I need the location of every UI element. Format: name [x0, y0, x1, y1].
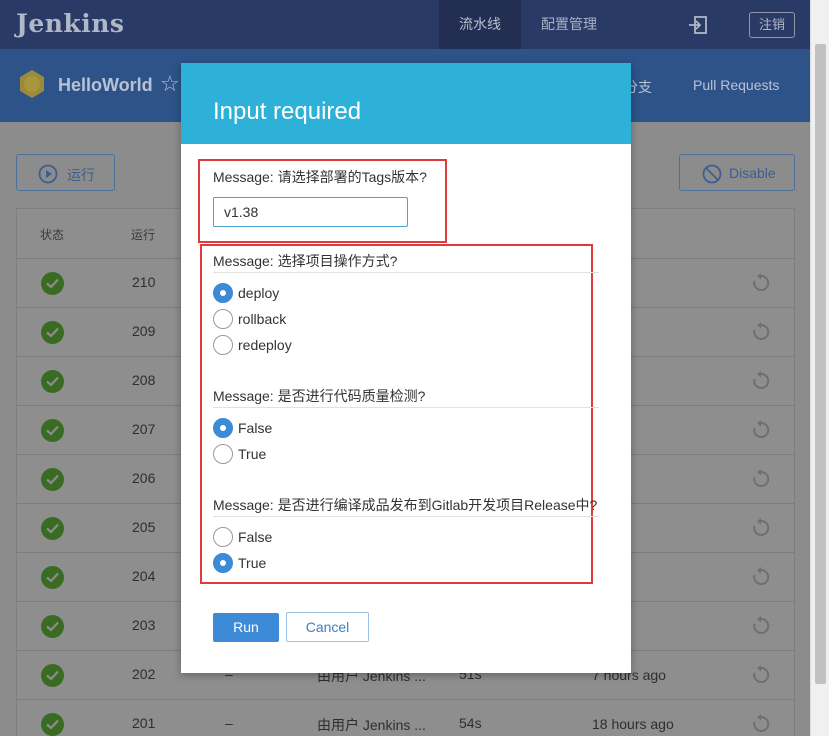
- divider: [213, 407, 599, 408]
- quality-check-message: Message: 是否进行代码质量检测?: [213, 388, 426, 404]
- replay-icon[interactable]: [751, 371, 771, 391]
- dialog-header: Input required: [181, 63, 631, 144]
- duration-cell: 54s: [459, 715, 482, 731]
- divider: [213, 272, 599, 273]
- replay-icon[interactable]: [751, 616, 771, 636]
- block-icon: [702, 164, 722, 184]
- radio-circle[interactable]: [213, 335, 233, 355]
- radio-circle[interactable]: [213, 553, 233, 573]
- replay-icon[interactable]: [751, 273, 771, 293]
- success-check-icon: [41, 321, 64, 344]
- radio-label: redeploy: [238, 337, 292, 353]
- run-pipeline-button[interactable]: 运行: [16, 154, 115, 191]
- success-check-icon: [41, 419, 64, 442]
- run-number[interactable]: 206: [132, 470, 155, 486]
- radio-label: False: [238, 529, 273, 545]
- success-check-icon: [41, 664, 64, 687]
- input-required-dialog: Input required Message: 请选择部署的Tags版本? Me…: [181, 63, 631, 673]
- run-pipeline-label: 运行: [67, 167, 95, 183]
- sun-weather-icon: [20, 70, 44, 98]
- run-number[interactable]: 205: [132, 519, 155, 535]
- replay-icon[interactable]: [751, 714, 771, 734]
- radio-label: True: [238, 555, 267, 571]
- run-number[interactable]: 202: [132, 666, 155, 682]
- pull-requests-link[interactable]: Pull Requests: [693, 77, 779, 93]
- run-number[interactable]: 210: [132, 274, 155, 290]
- success-check-icon: [41, 713, 64, 736]
- tab-pipelines[interactable]: 流水线: [439, 0, 521, 49]
- radio-circle[interactable]: [213, 527, 233, 547]
- radio-label: deploy: [238, 285, 280, 301]
- favorite-star-icon[interactable]: ☆: [160, 71, 180, 97]
- radio-label: False: [238, 420, 273, 436]
- message-cell: 由用户 Jenkins ...: [317, 717, 426, 733]
- page-scrollbar[interactable]: [810, 0, 829, 736]
- replay-icon[interactable]: [751, 322, 771, 342]
- completed-cell: 18 hours ago: [592, 716, 674, 732]
- replay-icon[interactable]: [751, 567, 771, 587]
- pipeline-title[interactable]: HelloWorld: [58, 75, 153, 96]
- radio-circle[interactable]: [213, 309, 233, 329]
- success-check-icon: [41, 517, 64, 540]
- replay-icon[interactable]: [751, 420, 771, 440]
- run-number[interactable]: 207: [132, 421, 155, 437]
- tags-version-input[interactable]: [213, 197, 408, 227]
- replay-icon[interactable]: [751, 469, 771, 489]
- success-check-icon: [41, 566, 64, 589]
- play-circle-icon: [38, 164, 58, 184]
- cancel-button[interactable]: Cancel: [286, 612, 369, 642]
- column-status: 状态: [40, 228, 65, 242]
- replay-icon[interactable]: [751, 518, 771, 538]
- scrollbar-thumb[interactable]: [815, 44, 826, 684]
- radio-circle[interactable]: [213, 283, 233, 303]
- exit-icon[interactable]: [688, 15, 708, 35]
- success-check-icon: [41, 615, 64, 638]
- run-number[interactable]: 201: [132, 715, 155, 731]
- replay-icon[interactable]: [751, 665, 771, 685]
- run-number[interactable]: 209: [132, 323, 155, 339]
- jenkins-logo[interactable]: Jenkins: [16, 9, 124, 38]
- radio-label: True: [238, 446, 267, 462]
- run-number[interactable]: 203: [132, 617, 155, 633]
- table-row[interactable]: 201 – 由用户 Jenkins ... 54s 18 hours ago: [17, 699, 794, 736]
- radio-circle[interactable]: [213, 444, 233, 464]
- column-run: 运行: [131, 228, 156, 242]
- divider: [213, 516, 599, 517]
- logout-button[interactable]: 注销: [749, 12, 795, 38]
- success-check-icon: [41, 468, 64, 491]
- disable-label: Disable: [729, 165, 776, 181]
- run-button[interactable]: Run: [213, 613, 279, 642]
- top-nav: Jenkins 流水线 配置管理 注销: [0, 0, 810, 49]
- radio-circle[interactable]: [213, 418, 233, 438]
- radio-label: rollback: [238, 311, 287, 327]
- disable-button[interactable]: Disable: [679, 154, 795, 191]
- tags-message: Message: 请选择部署的Tags版本?: [213, 169, 427, 185]
- commit-cell: –: [225, 715, 233, 731]
- run-number[interactable]: 208: [132, 372, 155, 388]
- run-number[interactable]: 204: [132, 568, 155, 584]
- success-check-icon: [41, 370, 64, 393]
- release-message: Message: 是否进行编译成品发布到Gitlab开发项目Release中?: [213, 497, 598, 513]
- tab-admin[interactable]: 配置管理: [527, 0, 611, 49]
- dialog-title: Input required: [213, 98, 362, 125]
- success-check-icon: [41, 272, 64, 295]
- operation-message: Message: 选择项目操作方式?: [213, 253, 398, 269]
